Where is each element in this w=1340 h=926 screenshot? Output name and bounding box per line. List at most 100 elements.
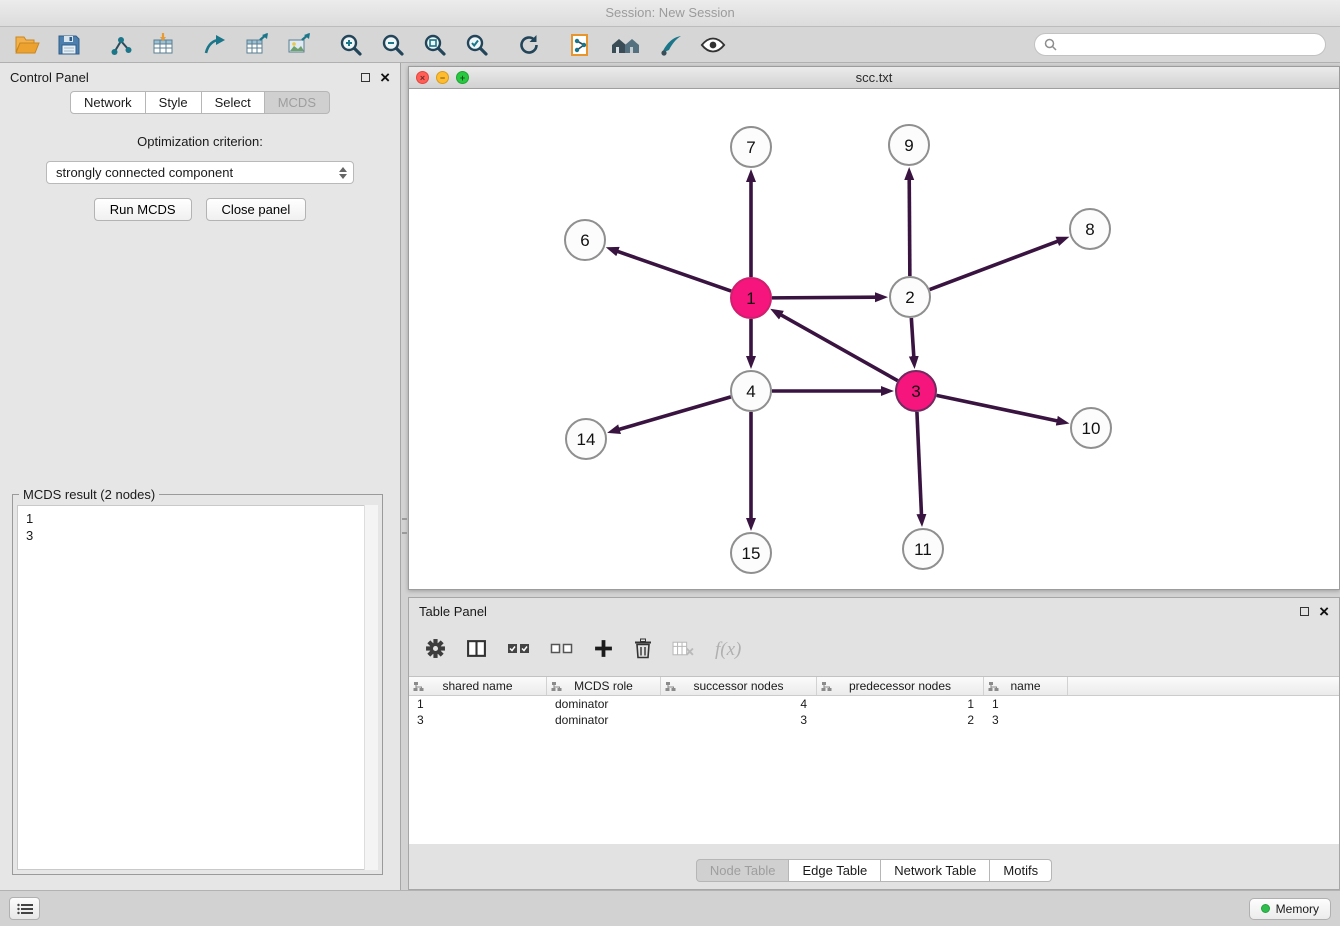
task-history-button[interactable] — [9, 897, 40, 920]
graph-node-8[interactable]: 8 — [1070, 209, 1110, 249]
graph-edge-4-14[interactable] — [619, 397, 731, 430]
graph-edge-3-1[interactable] — [781, 315, 898, 381]
apply-style-icon[interactable] — [658, 32, 684, 58]
import-network-icon[interactable] — [108, 32, 134, 58]
table-cell: 4 — [661, 697, 817, 711]
main-toolbar — [0, 27, 1340, 63]
refresh-icon[interactable] — [516, 32, 542, 58]
delete-column-trash-icon[interactable] — [634, 638, 652, 662]
graph-edge-1-2[interactable] — [772, 297, 876, 298]
float-panel-icon[interactable] — [361, 73, 370, 82]
add-column-icon[interactable] — [593, 638, 614, 662]
column-header-shared-name[interactable]: shared name — [409, 677, 547, 695]
close-panel-button[interactable]: Close panel — [206, 198, 307, 221]
zoom-selected-icon[interactable] — [464, 32, 490, 58]
select-all-columns-icon[interactable] — [507, 642, 530, 659]
table-settings-gear-icon[interactable] — [425, 638, 446, 662]
tab-node-table[interactable]: Node Table — [696, 859, 790, 882]
graph-edge-3-11[interactable] — [917, 412, 922, 515]
tab-select[interactable]: Select — [202, 91, 265, 114]
window-minimize-icon[interactable]: − — [436, 71, 449, 84]
search-field[interactable] — [1034, 33, 1326, 56]
save-session-icon[interactable] — [56, 32, 82, 58]
run-mcds-button[interactable]: Run MCDS — [94, 198, 192, 221]
tab-network[interactable]: Network — [70, 91, 146, 114]
close-panel-icon[interactable]: × — [380, 69, 390, 86]
table-row[interactable]: 3dominator323 — [409, 712, 1339, 728]
graph-node-11[interactable]: 11 — [903, 529, 943, 569]
tab-style[interactable]: Style — [146, 91, 202, 114]
close-table-panel-icon[interactable]: × — [1319, 603, 1329, 620]
mcds-result-legend: MCDS result (2 nodes) — [19, 487, 159, 502]
column-header-successor-nodes[interactable]: successor nodes — [661, 677, 817, 695]
graph-node-14[interactable]: 14 — [566, 419, 606, 459]
tab-mcds[interactable]: MCDS — [265, 91, 330, 114]
float-table-panel-icon[interactable] — [1300, 607, 1309, 616]
column-type-icon — [988, 681, 999, 692]
column-header-name[interactable]: name — [984, 677, 1068, 695]
mcds-result-fieldset: MCDS result (2 nodes) 1 3 — [12, 494, 383, 875]
graph-node-2[interactable]: 2 — [890, 277, 930, 317]
table-cell: dominator — [547, 697, 661, 711]
deselect-all-columns-icon[interactable] — [550, 642, 573, 659]
graph-edge-1-6[interactable] — [617, 251, 731, 291]
table-cell: 2 — [817, 713, 984, 727]
memory-button[interactable]: Memory — [1249, 898, 1331, 920]
graph-edge-2-9[interactable] — [909, 179, 910, 276]
table-cell: 3 — [661, 713, 817, 727]
criterion-selected-value: strongly connected component — [56, 165, 233, 180]
column-header-MCDS-role[interactable]: MCDS role — [547, 677, 661, 695]
table-panel-tabs: Node TableEdge TableNetwork TableMotifs — [696, 859, 1052, 882]
svg-text:9: 9 — [904, 136, 913, 155]
graph-node-15[interactable]: 15 — [731, 533, 771, 573]
home-icon[interactable] — [610, 32, 642, 58]
column-type-icon — [821, 681, 832, 692]
function-builder-icon: f(x) — [715, 639, 741, 661]
svg-text:10: 10 — [1082, 419, 1101, 438]
graph-node-6[interactable]: 6 — [565, 220, 605, 260]
network-canvas[interactable]: 7 9 6 8 1 2 4 3 14 10 15 11 — [409, 89, 1339, 589]
zoom-out-icon[interactable] — [380, 32, 406, 58]
tab-edge-table[interactable]: Edge Table — [789, 859, 881, 882]
tab-motifs[interactable]: Motifs — [990, 859, 1052, 882]
export-image-icon[interactable] — [286, 32, 312, 58]
zoom-fit-icon[interactable] — [422, 32, 448, 58]
window-title: Session: New Session — [0, 0, 1340, 27]
graph-node-1[interactable]: 1 — [731, 278, 771, 318]
graph-edge-3-10[interactable] — [937, 395, 1058, 421]
show-columns-icon[interactable] — [466, 638, 487, 662]
graph-edge-2-3[interactable] — [911, 318, 913, 357]
optimization-criterion-label: Optimization criterion: — [137, 134, 263, 149]
window-zoom-icon[interactable]: + — [456, 71, 469, 84]
table-cell: 3 — [409, 713, 547, 727]
network-window: × − + scc.txt 7 9 6 8 1 2 4 3 14 10 15 11 — [408, 66, 1340, 590]
graph-node-3[interactable]: 3 — [896, 371, 936, 411]
column-header-predecessor-nodes[interactable]: predecessor nodes — [817, 677, 984, 695]
window-close-icon[interactable]: × — [416, 71, 429, 84]
graph-node-10[interactable]: 10 — [1071, 408, 1111, 448]
duplicate-network-icon[interactable] — [568, 32, 594, 58]
table-cell: 3 — [984, 713, 1068, 727]
result-scrollbar[interactable] — [364, 505, 378, 870]
graph-edge-2-8[interactable] — [930, 241, 1059, 290]
zoom-in-icon[interactable] — [338, 32, 364, 58]
criterion-select[interactable]: strongly connected component — [46, 161, 354, 184]
import-table-icon[interactable] — [150, 32, 176, 58]
network-graph[interactable]: 7 9 6 8 1 2 4 3 14 10 15 11 — [409, 89, 1339, 589]
tab-network-table[interactable]: Network Table — [881, 859, 990, 882]
node-table[interactable]: shared nameMCDS rolesuccessor nodesprede… — [409, 676, 1339, 844]
network-window-title: scc.txt — [409, 70, 1339, 85]
svg-text:4: 4 — [746, 382, 755, 401]
graph-node-7[interactable]: 7 — [731, 127, 771, 167]
graph-node-4[interactable]: 4 — [731, 371, 771, 411]
control-panel-title: Control Panel — [10, 70, 351, 85]
export-table-icon[interactable] — [244, 32, 270, 58]
panel-splitter[interactable] — [402, 518, 407, 534]
show-graphics-icon[interactable] — [700, 32, 726, 58]
delete-table-icon — [672, 640, 695, 660]
open-session-icon[interactable] — [14, 32, 40, 58]
search-input[interactable] — [1062, 38, 1316, 52]
export-network-icon[interactable] — [202, 32, 228, 58]
graph-node-9[interactable]: 9 — [889, 125, 929, 165]
table-row[interactable]: 1dominator411 — [409, 696, 1339, 712]
